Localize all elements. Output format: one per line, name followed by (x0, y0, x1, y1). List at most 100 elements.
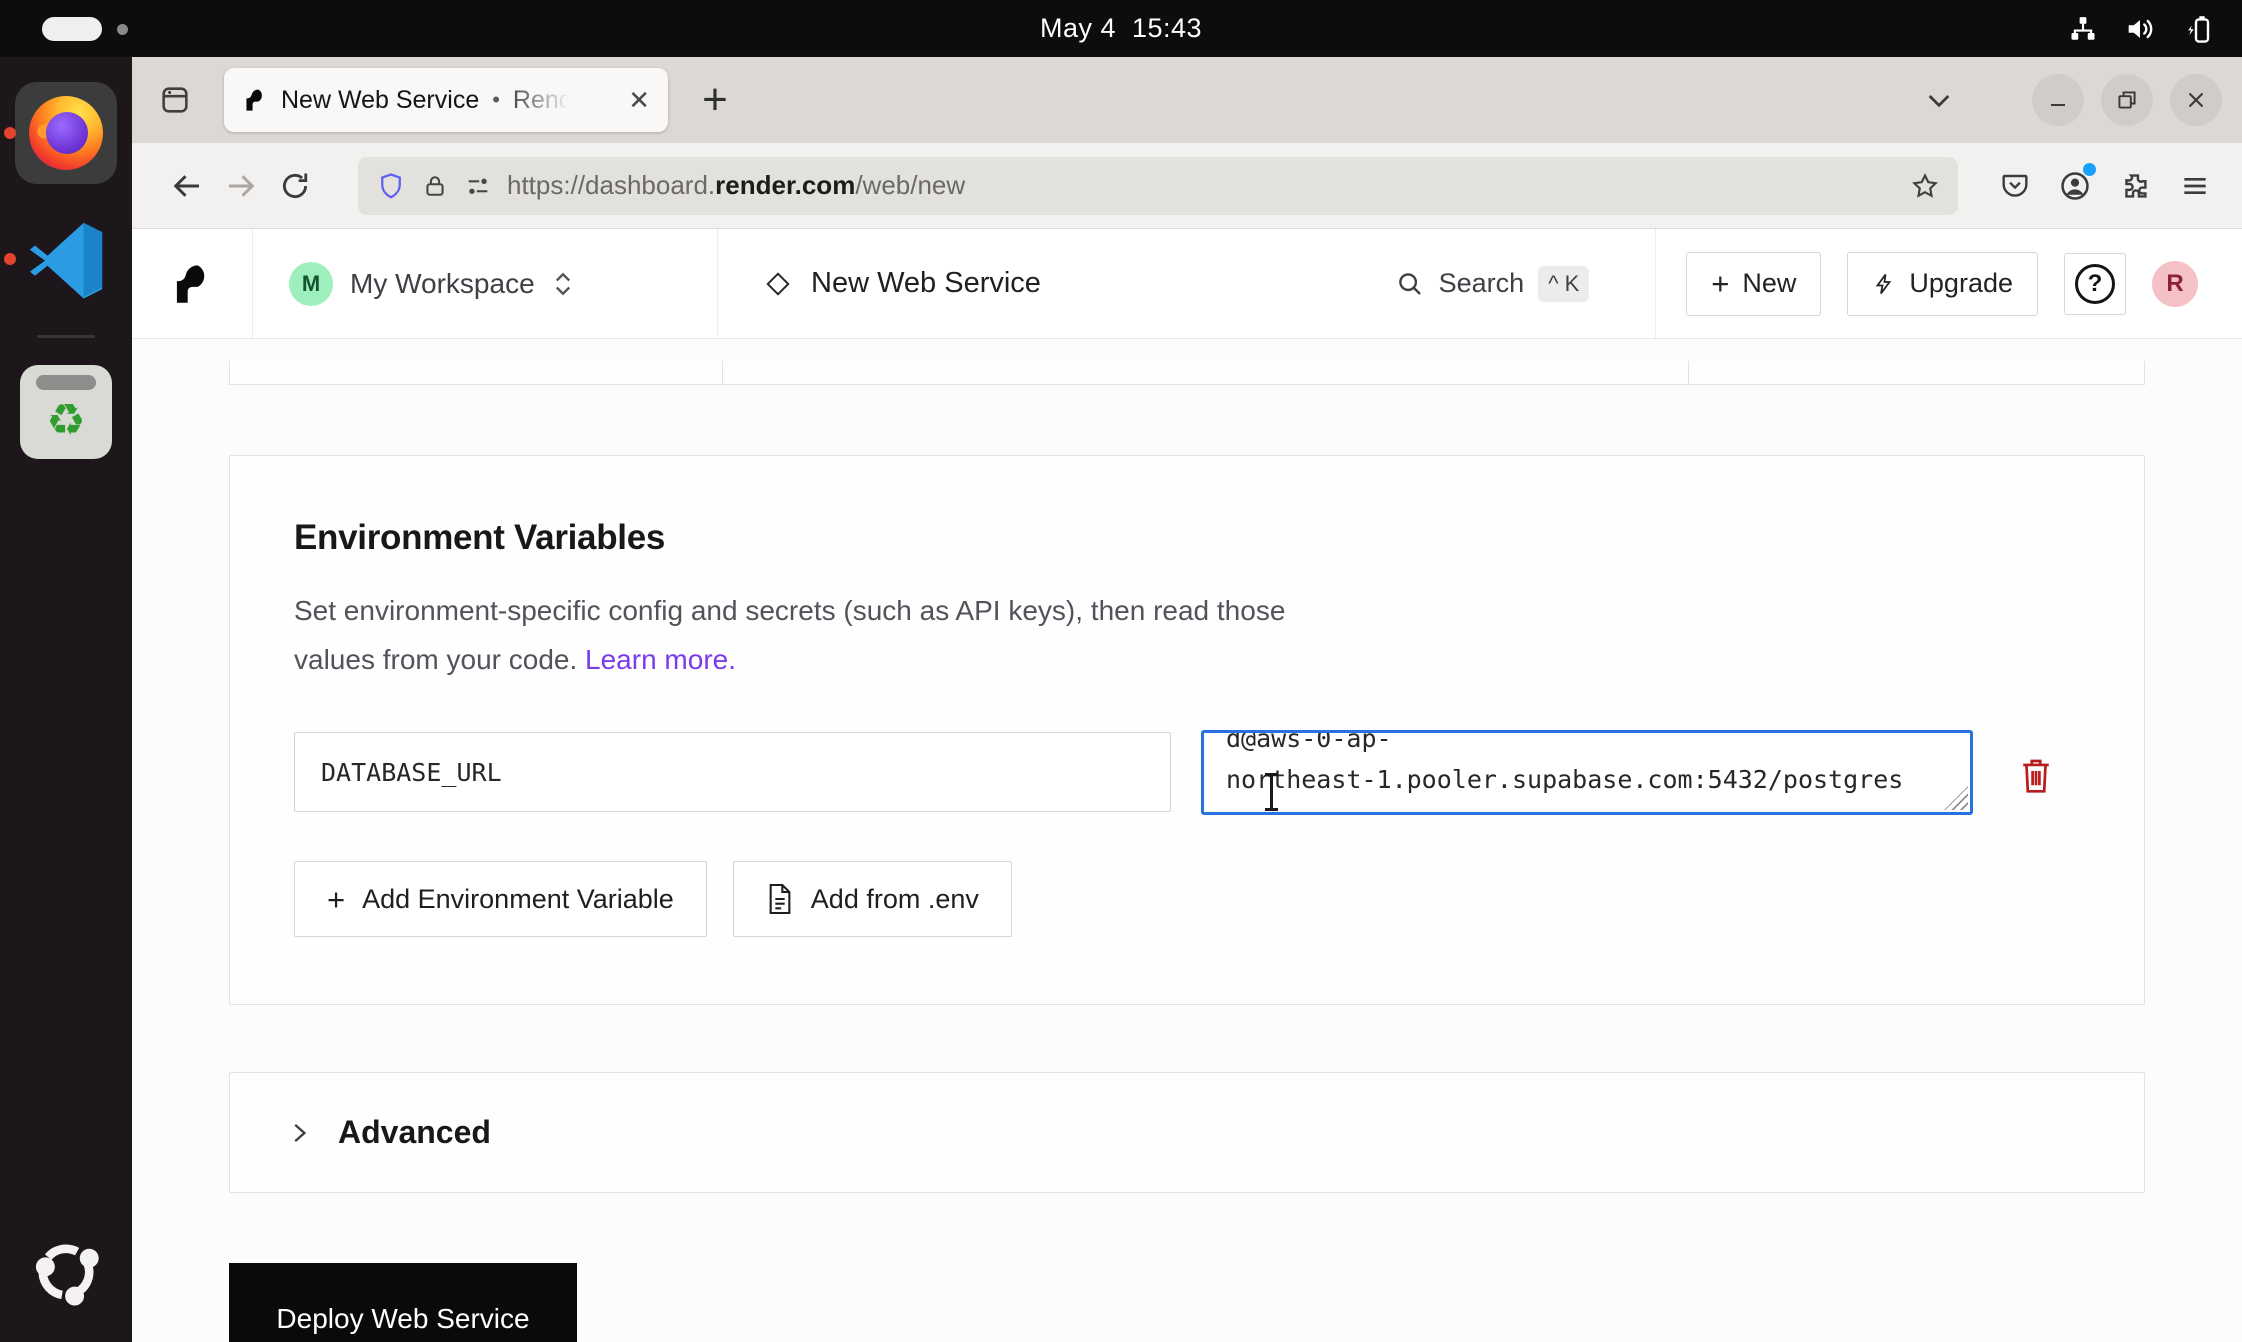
diamond-icon (764, 270, 792, 298)
menu-button[interactable] (2170, 161, 2220, 211)
tab-title-suffix: Rend (513, 86, 573, 115)
close-icon (2183, 87, 2209, 113)
previous-card-divider (1688, 361, 1689, 384)
tab-separator: • (492, 87, 500, 113)
bolt-icon (1872, 270, 1896, 298)
env-section-description: Set environment-specific config and secr… (294, 586, 1434, 684)
reload-button[interactable] (270, 161, 320, 211)
search-label: Search (1439, 268, 1525, 299)
learn-more-link[interactable]: Learn more. (585, 644, 736, 675)
bookmark-star-button[interactable] (1910, 171, 1940, 201)
workspace-selector[interactable]: M My Workspace (253, 229, 718, 338)
new-tab-button[interactable]: + (688, 73, 742, 127)
text-cursor (1270, 773, 1273, 811)
firefox-running-dot (4, 127, 16, 139)
system-top-panel: May 4 15:43 (0, 0, 2242, 57)
firefox-view-icon (158, 83, 192, 117)
firefox-active-tile (15, 82, 117, 184)
env-description-line2: values from your code. (294, 644, 577, 675)
upgrade-button[interactable]: Upgrade (1847, 252, 2038, 316)
system-status-area[interactable] (2068, 0, 2214, 57)
search-button[interactable]: Search ^ K (1395, 266, 1590, 302)
url-path: /web/new (855, 170, 965, 200)
recycle-glyph: ♻ (46, 399, 85, 443)
star-icon (1910, 171, 1940, 201)
tab-close-button[interactable]: ✕ (628, 87, 650, 113)
lock-icon[interactable] (421, 172, 449, 200)
new-button[interactable]: + New (1686, 252, 1821, 316)
restore-button[interactable] (2101, 74, 2153, 126)
show-apps-button[interactable] (14, 1220, 118, 1324)
plus-icon: + (327, 884, 345, 915)
account-button[interactable] (2050, 161, 2100, 211)
firefox-icon (29, 96, 103, 170)
vscode-running-dot (4, 253, 16, 265)
page-content: Environment Variables Set environment-sp… (132, 339, 2242, 1342)
workspace-avatar: M (289, 262, 333, 306)
render-logo-link[interactable] (132, 229, 253, 338)
env-actions: + Add Environment Variable Add from .env (294, 861, 2080, 937)
render-logo-icon (169, 261, 215, 307)
page-title: New Web Service (811, 267, 1041, 300)
minimize-button[interactable] (2032, 74, 2084, 126)
back-button[interactable] (162, 161, 212, 211)
env-value-textarea[interactable]: d@aws-0-ap- northeast-1.pooler.supabase.… (1201, 730, 1973, 815)
permissions-icon[interactable] (464, 172, 492, 200)
forward-button[interactable] (216, 161, 266, 211)
battery-icon[interactable] (2182, 13, 2214, 45)
plus-icon: + (1711, 268, 1729, 299)
advanced-section-toggle[interactable]: Advanced (229, 1072, 2145, 1193)
extensions-button[interactable] (2110, 161, 2160, 211)
network-icon[interactable] (2068, 14, 2098, 44)
url-bar[interactable]: https://dashboard.render.com/web/new (358, 157, 1958, 215)
add-variable-label: Add Environment Variable (362, 884, 674, 915)
previous-card-divider (722, 361, 723, 384)
system-clock[interactable]: May 4 15:43 (0, 0, 2242, 57)
puzzle-icon (2119, 170, 2151, 202)
workspace-name: My Workspace (350, 268, 535, 300)
updown-chevron-icon (552, 269, 574, 299)
chevron-right-icon (286, 1116, 312, 1150)
reload-icon (278, 169, 312, 203)
dock-item-vscode[interactable] (14, 207, 118, 311)
tab-title: New Web Service (281, 86, 479, 115)
account-notification-dot (2083, 163, 2096, 176)
list-all-tabs-button[interactable] (1912, 73, 1966, 127)
active-tab[interactable]: New Web Service • Rend ✕ (224, 68, 668, 132)
dock-item-firefox[interactable] (14, 81, 118, 185)
search-shortcut: ^ K (1538, 266, 1589, 302)
close-window-button[interactable] (2170, 74, 2222, 126)
document-icon (766, 882, 794, 916)
previous-card-bottom-edge (229, 361, 2145, 385)
volume-icon[interactable] (2124, 13, 2156, 45)
firefox-view-button[interactable] (148, 73, 202, 127)
deploy-web-service-button[interactable]: Deploy Web Service (229, 1263, 577, 1342)
ubuntu-dock: ♻ (0, 57, 132, 1342)
pocket-button[interactable] (1990, 161, 2040, 211)
add-environment-variable-button[interactable]: + Add Environment Variable (294, 861, 707, 937)
vscode-icon (24, 217, 108, 301)
user-avatar[interactable]: R (2152, 261, 2198, 307)
window-controls (2032, 74, 2232, 126)
add-from-env-label: Add from .env (811, 884, 979, 915)
url-domain: render.com (715, 170, 855, 200)
env-value-text: d@aws-0-ap- northeast-1.pooler.supabase.… (1226, 730, 1948, 800)
add-from-env-button[interactable]: Add from .env (733, 861, 1012, 937)
trash-lid (36, 375, 96, 390)
minimize-icon (2046, 88, 2070, 112)
back-icon (169, 168, 205, 204)
url-scheme-host: https://dashboard. (507, 170, 715, 200)
upgrade-button-label: Upgrade (1909, 268, 2013, 299)
firefox-globe-core (46, 112, 88, 154)
env-key-input[interactable] (294, 732, 1171, 812)
new-button-label: New (1742, 268, 1796, 299)
environment-variables-card: Environment Variables Set environment-sp… (229, 455, 2145, 1005)
breadcrumb: New Web Service (764, 267, 1041, 300)
trash-icon: ♻ (20, 365, 112, 459)
header-actions: + New Upgrade ? R (1656, 229, 2242, 338)
tracking-shield-icon[interactable] (376, 171, 406, 201)
dock-item-trash[interactable]: ♻ (14, 360, 118, 464)
forward-icon (223, 168, 259, 204)
delete-variable-button[interactable] (2019, 756, 2053, 796)
help-button[interactable]: ? (2064, 253, 2126, 315)
